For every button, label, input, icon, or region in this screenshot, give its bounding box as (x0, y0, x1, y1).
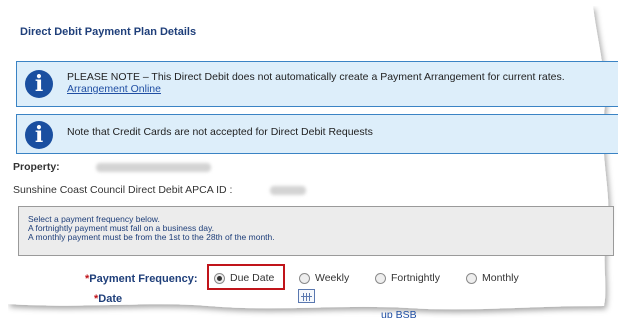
radio-checked-icon[interactable] (214, 272, 225, 284)
radio-label: Fortnightly (391, 272, 441, 284)
notice-credit-cards: i Note that Credit Cards are not accepte… (16, 114, 618, 154)
radio-label: Weekly (315, 272, 350, 284)
apca-id-label: Sunshine Coast Council Direct Debit APCA… (13, 184, 233, 196)
bsb-lookup-link[interactable]: up BSB (381, 309, 417, 318)
radio-label: Monthly (482, 272, 519, 284)
radio-weekly[interactable]: Weekly (299, 272, 349, 284)
radio-unchecked-icon[interactable] (466, 272, 477, 284)
property-label: Property: (13, 161, 60, 173)
apca-id-value-redacted (270, 186, 306, 195)
radio-due-date[interactable]: Due Date (214, 272, 274, 284)
frequency-help-box: Select a payment frequency below. A fort… (18, 206, 614, 256)
date-label-text: Date (98, 293, 123, 305)
property-value-redacted (96, 163, 211, 172)
radio-monthly[interactable]: Monthly (466, 272, 519, 284)
notice-payment-arrangement: i PLEASE NOTE – This Direct Debit does n… (16, 61, 618, 107)
info-icon: i (25, 121, 53, 149)
notice-text: Note that Credit Cards are not accepted … (67, 126, 373, 138)
radio-fortnightly[interactable]: Fortnightly (375, 272, 440, 284)
payment-frequency-label-text: Payment Frequency: (89, 273, 198, 285)
arrangement-online-link[interactable]: Arrangement Online (67, 83, 565, 95)
radio-unchecked-icon[interactable] (299, 272, 310, 284)
document-page: Direct Debit Payment Plan Details i PLEA… (8, 6, 618, 318)
radio-unchecked-icon[interactable] (375, 272, 386, 284)
calendar-icon[interactable] (298, 289, 315, 303)
radio-label: Due Date (230, 272, 275, 284)
payment-frequency-label: *Payment Frequency: (85, 273, 197, 285)
section-title: Direct Debit Payment Plan Details (20, 26, 197, 38)
info-icon: i (25, 70, 53, 98)
date-label: *Date (94, 293, 122, 305)
notice-text: PLEASE NOTE – This Direct Debit does not… (67, 71, 565, 83)
frequency-help-line: A monthly payment must be from the 1st t… (28, 232, 275, 242)
